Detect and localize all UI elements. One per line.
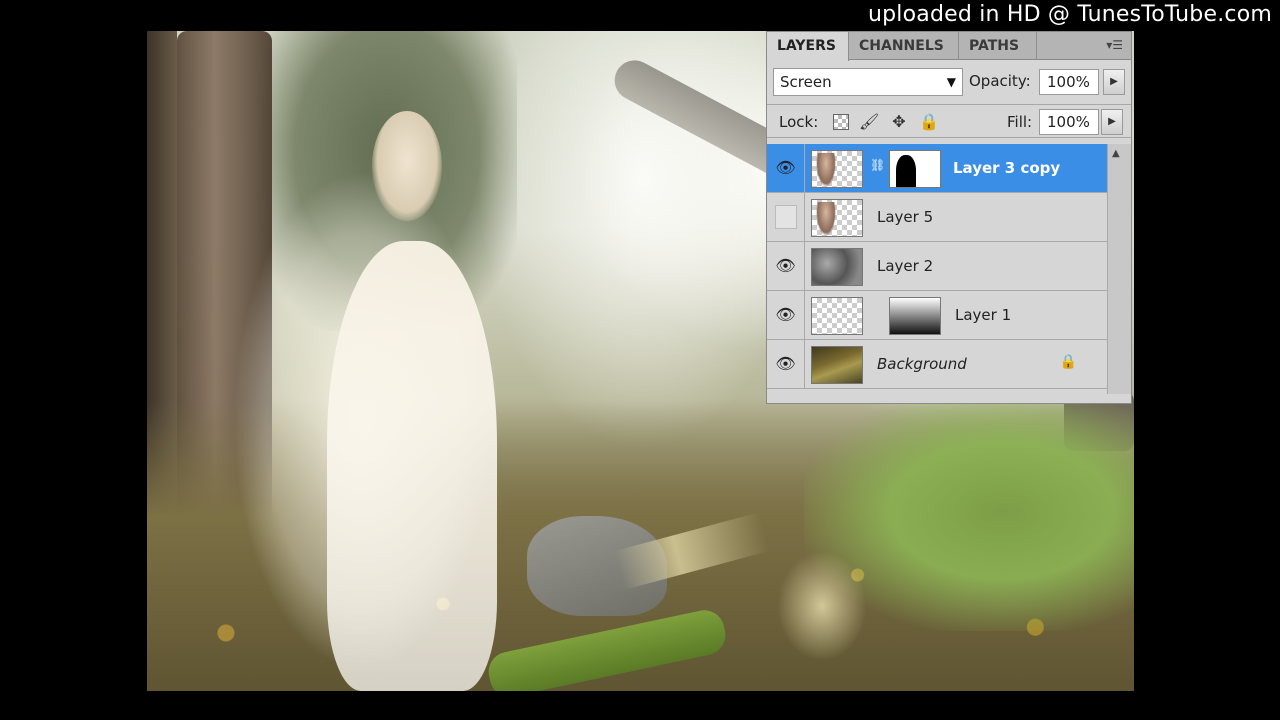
panel-tabbar: LAYERS CHANNELS PATHS ▾☰ xyxy=(767,32,1131,61)
layer-row-background[interactable]: 👁 Background 🔒 xyxy=(767,340,1107,389)
visibility-toggle-off[interactable] xyxy=(767,193,805,241)
layer-row-layer-2[interactable]: 👁 Layer 2 xyxy=(767,242,1107,291)
layer-name: Background xyxy=(877,355,967,373)
layer-thumbnail xyxy=(811,346,863,384)
watermark-text: uploaded in HD @ TunesToTube.com xyxy=(867,2,1272,27)
layer-thumbnail xyxy=(811,297,863,335)
layer-thumbnail xyxy=(811,150,863,188)
eye-icon[interactable]: 👁 xyxy=(767,144,805,192)
ghost-head xyxy=(372,111,442,221)
chain-link-icon[interactable]: ⛓ xyxy=(870,158,885,172)
tab-layers[interactable]: LAYERS xyxy=(767,32,849,61)
opacity-input[interactable]: 100% xyxy=(1039,69,1099,95)
fill-label: Fill: xyxy=(1007,113,1033,131)
blend-mode-value: Screen xyxy=(780,73,832,91)
layer-name: Layer 3 copy xyxy=(953,159,1061,177)
layer-row-layer-1[interactable]: 👁 Layer 1 xyxy=(767,291,1107,340)
layers-panel: LAYERS CHANNELS PATHS ▾☰ Screen ▼ Opacit… xyxy=(766,31,1132,404)
tab-channels[interactable]: CHANNELS xyxy=(849,32,959,60)
lock-position-move-icon[interactable]: ✥ xyxy=(889,112,909,132)
lock-icon: 🔒 xyxy=(1059,354,1077,370)
layer-row-layer-3-copy[interactable]: 👁 ⛓ Layer 3 copy xyxy=(767,144,1107,193)
lock-row: Lock: 🖌 ✥ 🔒 Fill: 100% ▶ xyxy=(767,104,1131,138)
layer-name: Layer 1 xyxy=(955,306,1012,324)
layer-list-scrollbar[interactable]: ▲ xyxy=(1107,144,1131,394)
blend-row: Screen ▼ Opacity: 100% ▶ xyxy=(773,66,1127,96)
chevron-down-icon: ▼ xyxy=(946,75,956,89)
layer-list: 👁 ⛓ Layer 3 copy Layer 5 👁 Layer 2 👁 Lay… xyxy=(767,144,1107,394)
layer-row-layer-5[interactable]: Layer 5 xyxy=(767,193,1107,242)
layer-thumbnail xyxy=(811,248,863,286)
fern-2 xyxy=(777,551,867,661)
layer-name: Layer 5 xyxy=(877,208,934,226)
lock-label: Lock: xyxy=(779,113,819,131)
blend-mode-select[interactable]: Screen ▼ xyxy=(773,68,963,96)
lock-transparency-icon[interactable] xyxy=(831,112,851,132)
layer-name: Layer 2 xyxy=(877,257,934,275)
fill-slider-arrow-icon[interactable]: ▶ xyxy=(1101,109,1123,135)
eye-icon[interactable]: 👁 xyxy=(767,340,805,388)
lock-all-padlock-icon[interactable]: 🔒 xyxy=(919,112,939,132)
layer-thumbnail xyxy=(811,199,863,237)
layer-mask-thumbnail[interactable] xyxy=(889,150,941,188)
panel-menu-icon[interactable]: ▾☰ xyxy=(1106,38,1123,52)
opacity-slider-arrow-icon[interactable]: ▶ xyxy=(1103,69,1125,95)
layer-mask-thumbnail[interactable] xyxy=(889,297,941,335)
lock-pixels-brush-icon[interactable]: 🖌 xyxy=(859,112,879,132)
opacity-label: Opacity: xyxy=(969,72,1031,90)
tab-paths[interactable]: PATHS xyxy=(959,32,1037,60)
scroll-up-icon[interactable]: ▲ xyxy=(1112,148,1120,159)
eye-icon[interactable]: 👁 xyxy=(767,291,805,339)
eye-icon[interactable]: 👁 xyxy=(767,242,805,290)
fill-input[interactable]: 100% xyxy=(1039,109,1099,135)
ghost-body xyxy=(327,241,497,691)
